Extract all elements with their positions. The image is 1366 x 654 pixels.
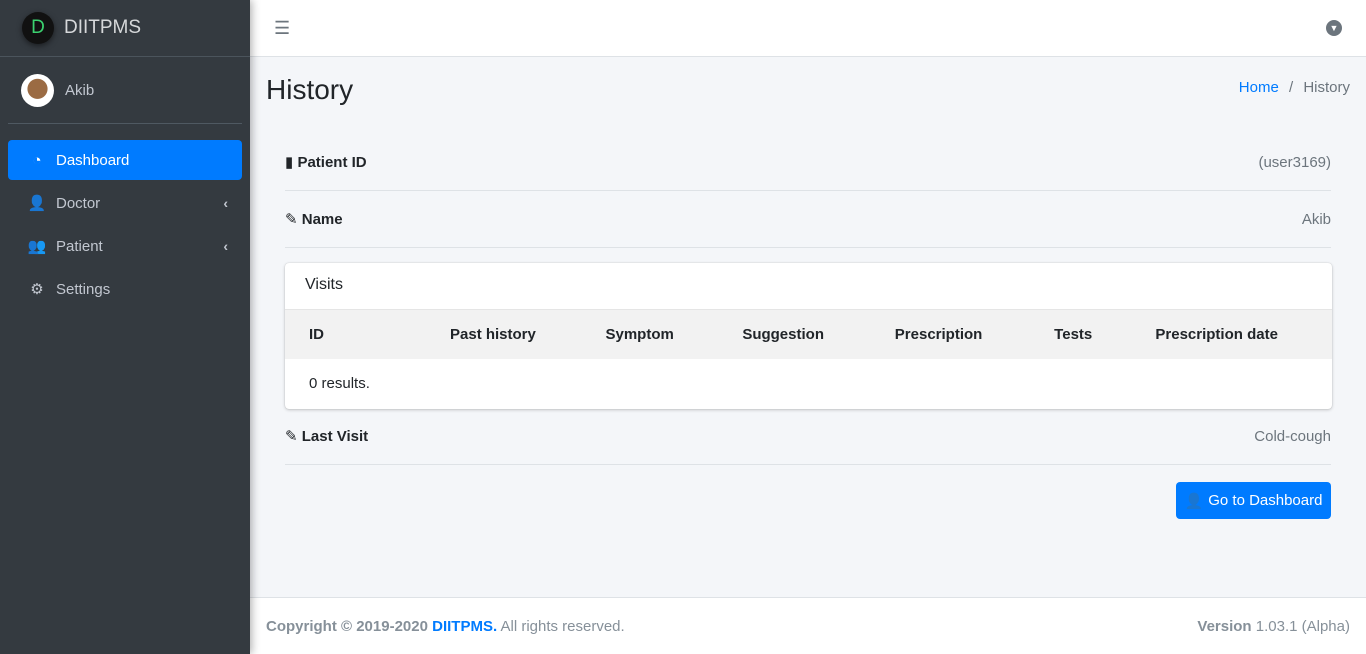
brand-logo: D — [22, 12, 54, 44]
chevron-left-icon: ‹ — [223, 238, 228, 254]
sidebar-item-label: Dashboard — [56, 151, 130, 169]
visits-card: Visits ID Past history Symptom Suggestio… — [285, 263, 1332, 409]
cogs-icon: ⚙ — [30, 281, 44, 298]
patient-id-value: (user3169) — [1258, 153, 1331, 171]
sidebar: D DIITPMS Akib ◔ Dashboard 👤 Doctor ‹ 👥 … — [0, 0, 250, 654]
breadcrumb-separator: / — [1288, 79, 1294, 96]
sidebar-nav: ◔ Dashboard 👤 Doctor ‹ 👥 Patient ‹ ⚙ Set… — [0, 124, 250, 328]
sidebar-item-label: Patient — [56, 237, 103, 255]
chevron-circle-down-icon[interactable]: ▼ — [1326, 20, 1342, 36]
breadcrumb-current: History — [1303, 79, 1350, 96]
sidebar-item-label: Doctor — [56, 194, 101, 212]
patient-id-row: ▮ Patient ID (user3169) — [285, 134, 1331, 191]
column-header: Prescription date — [1131, 310, 1332, 359]
sidebar-item-label: Settings — [56, 280, 111, 298]
name-value: Akib — [1301, 210, 1331, 228]
footer-brand-link[interactable]: DIITPMS. — [432, 618, 497, 635]
column-header: Tests — [1030, 310, 1132, 359]
users-icon: 👥 — [27, 238, 47, 255]
book-icon: ▮ — [285, 154, 294, 171]
top-navbar: ☰ ▼ — [250, 0, 1366, 57]
empty-results: 0 results. — [309, 375, 370, 392]
rights-text: All rights reserved. — [500, 617, 625, 635]
footer: Copyright © 2019-2020 DIITPMS. All right… — [250, 597, 1366, 654]
column-header: Suggestion — [718, 310, 871, 359]
chevron-left-icon: ‹ — [223, 195, 228, 211]
button-label: Go to Dashboard — [1208, 492, 1323, 509]
name-label: Name — [301, 211, 343, 228]
sidebar-item-patient[interactable]: 👥 Patient ‹ — [8, 226, 242, 266]
breadcrumb: Home / History — [1239, 79, 1350, 96]
menu-toggle-icon[interactable]: ☰ — [274, 18, 290, 39]
user-md-icon: 👤 — [27, 195, 47, 212]
column-header: Past history — [437, 310, 582, 359]
pencil-icon: ✎ — [285, 211, 298, 228]
column-header: Symptom — [581, 310, 719, 359]
avatar — [21, 73, 54, 107]
last-visit-row: ✎ Last Visit Cold-cough — [285, 408, 1331, 465]
sidebar-item-dashboard[interactable]: ◔ Dashboard — [8, 140, 242, 180]
brand-name: DIITPMS — [64, 17, 142, 38]
version-label: Version — [1197, 617, 1252, 635]
copyright: Copyright © 2019-2020 — [266, 617, 428, 635]
user-panel: Akib — [8, 57, 242, 124]
version-value: 1.03.1 (Alpha) — [1255, 617, 1350, 635]
name-row: ✎ Name Akib — [285, 191, 1331, 248]
sidebar-item-settings[interactable]: ⚙ Settings — [8, 269, 242, 309]
visits-title: Visits — [285, 263, 1332, 310]
column-header: ID — [285, 310, 437, 359]
last-visit-label: Last Visit — [301, 428, 369, 445]
last-visit-value: Cold-cough — [1254, 427, 1331, 445]
page-title: History — [266, 74, 354, 105]
breadcrumb-home[interactable]: Home — [1239, 79, 1279, 96]
column-header: Prescription — [870, 310, 1031, 359]
pencil-icon: ✎ — [285, 428, 298, 445]
tachometer-icon: ◔ — [32, 151, 42, 169]
user-icon: 👤 — [1184, 492, 1204, 510]
go-to-dashboard-button[interactable]: 👤 Go to Dashboard — [1176, 482, 1331, 519]
brand-link[interactable]: D DIITPMS — [0, 0, 250, 57]
user-name[interactable]: Akib — [65, 82, 94, 99]
patient-id-label: Patient ID — [297, 154, 367, 171]
visits-table: ID Past history Symptom Suggestion Presc… — [285, 310, 1332, 408]
sidebar-item-doctor[interactable]: 👤 Doctor ‹ — [8, 183, 242, 223]
